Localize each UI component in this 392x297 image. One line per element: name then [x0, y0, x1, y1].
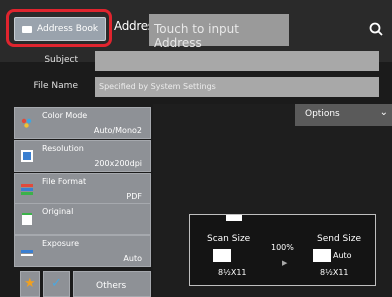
scanner-icon	[226, 215, 242, 221]
file-format-button[interactable]: File Format PDF	[14, 173, 151, 205]
send-size-label: Send Size	[317, 234, 362, 244]
subject-field[interactable]	[95, 51, 379, 71]
highlight-frame	[6, 9, 112, 47]
options-tab[interactable]: Options ⌄	[295, 104, 392, 126]
scan-size-label: Scan Size	[207, 234, 251, 244]
scan-size-value: 8½X11	[218, 268, 247, 277]
resolution-value: 200x200dpi	[94, 159, 142, 168]
search-icon	[369, 22, 383, 36]
arrow-right-icon: ▶	[282, 259, 288, 267]
original-button[interactable]: Original	[14, 203, 151, 235]
exposure-icon	[21, 250, 33, 256]
send-size-value: 8½X11	[320, 268, 349, 277]
favorite-button[interactable]: ★	[20, 271, 40, 297]
file-name-field[interactable]: Specified by System Settings	[95, 77, 379, 97]
file-format-value: PDF	[126, 192, 142, 201]
color-mode-title: Color Mode	[42, 111, 88, 120]
resolution-icon	[21, 150, 33, 162]
send-paper-icon	[313, 249, 331, 262]
chevron-down-icon: ⌄	[379, 107, 388, 118]
scan-paper-icon	[213, 249, 231, 262]
others-label: Others	[96, 281, 127, 291]
exposure-button[interactable]: Exposure Auto	[14, 235, 151, 267]
file-format-icon	[21, 184, 33, 195]
address-input[interactable]: Touch to input Address	[149, 14, 289, 50]
original-icon	[22, 213, 32, 225]
color-mode-value: Auto/Mono2	[93, 126, 142, 135]
send-size-mode: Auto	[333, 251, 352, 260]
file-format-title: File Format	[42, 177, 87, 186]
star-icon: ★	[24, 276, 36, 291]
search-button[interactable]	[362, 15, 392, 45]
exposure-title: Exposure	[42, 239, 80, 248]
scan-preview-panel: Scan Size 8½X11 100% ▶ Send Size Auto 8½…	[189, 214, 376, 286]
ratio-value: 100%	[271, 243, 294, 252]
original-title: Original	[42, 207, 74, 216]
color-mode-icon	[21, 118, 32, 128]
check-button[interactable]: ✓	[43, 271, 70, 297]
others-button[interactable]: Others	[73, 271, 151, 297]
resolution-title: Resolution	[42, 144, 84, 153]
check-icon: ✓	[51, 276, 62, 291]
subject-label: Subject	[44, 55, 78, 65]
file-name-label: File Name	[33, 81, 78, 91]
options-label: Options	[305, 109, 340, 119]
resolution-button[interactable]: Resolution 200x200dpi	[14, 140, 151, 172]
color-mode-button[interactable]: Color Mode Auto/Mono2	[14, 107, 151, 139]
exposure-value: Auto	[123, 254, 142, 263]
